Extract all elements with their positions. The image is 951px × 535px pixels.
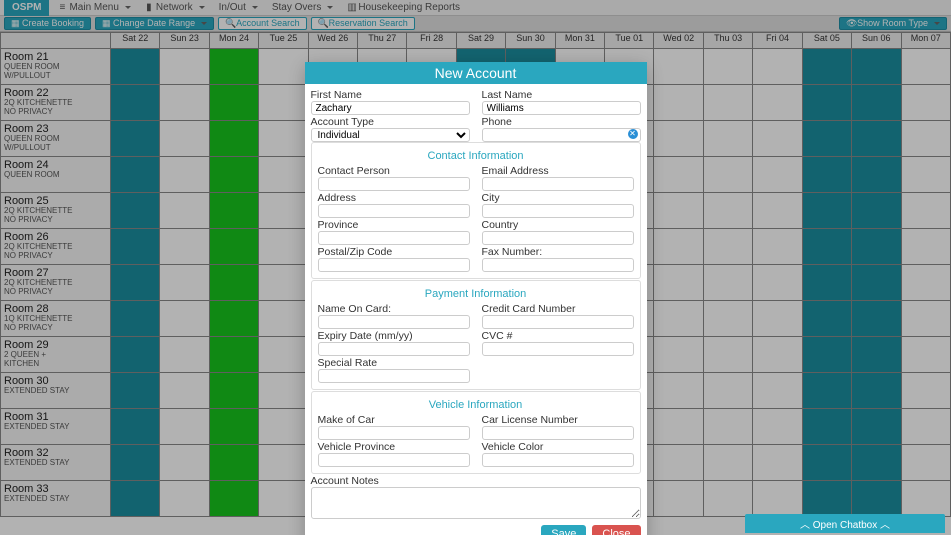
license-input[interactable] — [482, 426, 634, 440]
city-input[interactable] — [482, 204, 634, 218]
payment-info-title: Payment Information — [318, 288, 634, 300]
last-name-label: Last Name — [482, 89, 641, 101]
fax-label: Fax Number: — [482, 246, 634, 258]
cvc-label: CVC # — [482, 330, 634, 342]
vehicle-color-label: Vehicle Color — [482, 441, 634, 453]
close-button[interactable]: Close — [592, 525, 640, 535]
postal-label: Postal/Zip Code — [318, 246, 470, 258]
save-button[interactable]: Save — [541, 525, 586, 535]
special-rate-label: Special Rate — [318, 357, 470, 369]
first-name-label: First Name — [311, 89, 470, 101]
phone-label: Phone — [482, 116, 641, 128]
account-notes-input[interactable] — [311, 487, 641, 519]
vehicle-info-title: Vehicle Information — [318, 399, 634, 411]
country-input[interactable] — [482, 231, 634, 245]
contact-person-input[interactable] — [318, 177, 470, 191]
contact-person-label: Contact Person — [318, 165, 470, 177]
license-label: Car License Number — [482, 414, 634, 426]
chevron-up-icon: ︿ — [880, 520, 890, 531]
name-on-card-input[interactable] — [318, 315, 470, 329]
last-name-input[interactable] — [482, 101, 641, 115]
postal-input[interactable] — [318, 258, 470, 272]
account-type-label: Account Type — [311, 116, 470, 128]
country-label: Country — [482, 219, 634, 231]
province-input[interactable] — [318, 231, 470, 245]
name-on-card-label: Name On Card: — [318, 303, 470, 315]
expiry-label: Expiry Date (mm/yy) — [318, 330, 470, 342]
expiry-input[interactable] — [318, 342, 470, 356]
modal-title: New Account — [305, 62, 647, 84]
email-input[interactable] — [482, 177, 634, 191]
cvc-input[interactable] — [482, 342, 634, 356]
open-chatbox-button[interactable]: ︿ Open Chatbox ︿ — [745, 514, 945, 533]
vehicle-color-input[interactable] — [482, 453, 634, 467]
vehicle-province-label: Vehicle Province — [318, 441, 470, 453]
vehicle-province-input[interactable] — [318, 453, 470, 467]
new-account-modal: New Account First Name Account Type Indi… — [305, 62, 647, 535]
cc-number-label: Credit Card Number — [482, 303, 634, 315]
fax-input[interactable] — [482, 258, 634, 272]
city-label: City — [482, 192, 634, 204]
address-label: Address — [318, 192, 470, 204]
first-name-input[interactable] — [311, 101, 470, 115]
phone-input[interactable] — [482, 128, 641, 142]
cc-number-input[interactable] — [482, 315, 634, 329]
province-label: Province — [318, 219, 470, 231]
make-input[interactable] — [318, 426, 470, 440]
contact-info-title: Contact Information — [318, 150, 634, 162]
address-input[interactable] — [318, 204, 470, 218]
email-label: Email Address — [482, 165, 634, 177]
account-type-select[interactable]: Individual — [311, 128, 470, 142]
chevron-up-icon: ︿ — [800, 520, 810, 531]
account-notes-label: Account Notes — [311, 475, 641, 487]
special-rate-input[interactable] — [318, 369, 470, 383]
make-label: Make of Car — [318, 414, 470, 426]
clear-phone-icon[interactable]: ✕ — [628, 129, 638, 139]
